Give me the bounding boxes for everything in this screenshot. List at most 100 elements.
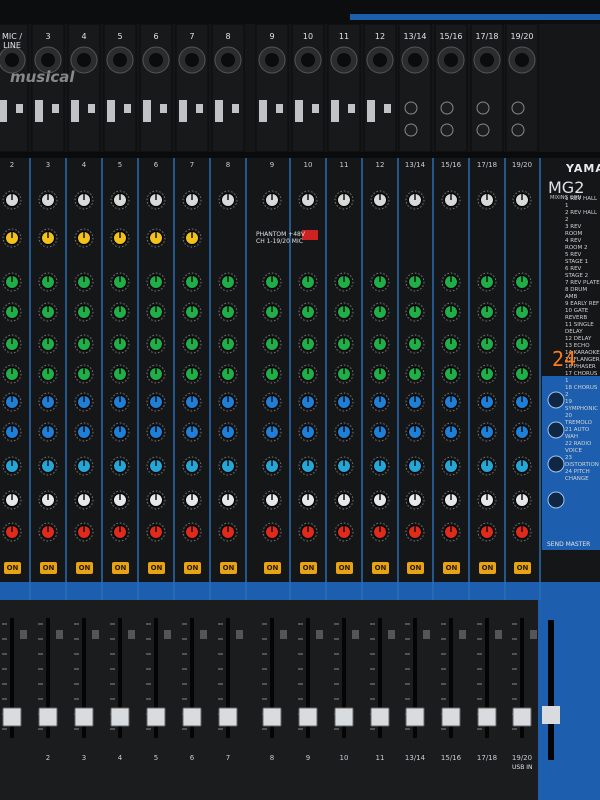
channel-number-12: 13/14 bbox=[404, 161, 426, 169]
channel-input-panel bbox=[211, 23, 245, 153]
input-jacks bbox=[0, 23, 539, 153]
fader-number-8: 9 bbox=[305, 754, 311, 762]
on-button-11[interactable]: ON bbox=[372, 562, 389, 574]
on-button-6[interactable]: ON bbox=[184, 562, 201, 574]
fader-cap-icon bbox=[262, 707, 282, 727]
fader-number-3: 4 bbox=[117, 754, 123, 762]
input-label-7: 8 bbox=[225, 32, 231, 41]
send-master-label: SEND MASTER bbox=[547, 541, 591, 548]
on-button-4[interactable]: ON bbox=[112, 562, 129, 574]
on-button-12[interactable]: ON bbox=[407, 562, 424, 574]
channel-number-11: 12 bbox=[375, 161, 385, 169]
hpf-switch-icon bbox=[232, 104, 239, 113]
on-button-8[interactable]: ON bbox=[264, 562, 281, 574]
fader-cap-icon bbox=[512, 707, 532, 727]
fader-cap-icon bbox=[146, 707, 166, 727]
fx-program-display: 24 bbox=[552, 347, 577, 371]
input-label-14: 17/18 bbox=[475, 32, 499, 41]
pad-switch-icon bbox=[143, 100, 151, 122]
on-button-5[interactable]: ON bbox=[148, 562, 165, 574]
hpf-switch-icon bbox=[124, 104, 131, 113]
on-button-9[interactable]: ON bbox=[300, 562, 317, 574]
fx-program-item: 9 EARLY REF bbox=[565, 301, 600, 307]
pad-switch-icon bbox=[295, 100, 303, 122]
fx-program-item: 12 DELAY bbox=[565, 336, 592, 342]
pad-switch-icon bbox=[215, 100, 223, 122]
fader-cap-icon bbox=[334, 707, 354, 727]
master-knob-icon bbox=[547, 421, 565, 439]
peak-led-icon bbox=[236, 630, 243, 639]
master-knob-icon bbox=[547, 391, 565, 409]
fader-number-1: 2 bbox=[45, 754, 51, 762]
on-button-3[interactable]: ON bbox=[76, 562, 93, 574]
input-label-12: 13/14 bbox=[403, 32, 427, 41]
hpf-switch-icon bbox=[52, 104, 59, 113]
pad-switch-icon bbox=[107, 100, 115, 122]
on-button-14[interactable]: ON bbox=[479, 562, 496, 574]
fx-program-item: 3 REV ROOM bbox=[565, 224, 583, 237]
hpf-switch-icon bbox=[312, 104, 319, 113]
fader-number-7: 8 bbox=[269, 754, 275, 762]
fx-program-item: 19 SYMPHONIC bbox=[565, 399, 598, 412]
fx-program-list: 1 REV HALL 12 REV HALL 23 REV ROOM 4 REV … bbox=[565, 196, 600, 483]
fx-program-item: 4 REV ROOM 2 bbox=[565, 238, 588, 251]
fader-number-11: 13/14 bbox=[404, 754, 426, 762]
fader-cap-icon bbox=[110, 707, 130, 727]
line-jack-icon bbox=[476, 123, 490, 137]
on-button-13[interactable]: ON bbox=[443, 562, 460, 574]
fx-program-item: 1 REV HALL 1 bbox=[565, 196, 598, 209]
peak-led-icon bbox=[280, 630, 287, 639]
fx-program-item: 20 TREMOLO bbox=[565, 413, 592, 426]
on-button-7[interactable]: ON bbox=[220, 562, 237, 574]
fader-number-10: 11 bbox=[375, 754, 385, 762]
fx-program-item: 21 AUTO WAH bbox=[565, 427, 590, 440]
peak-led-icon bbox=[352, 630, 359, 639]
fader-cap-icon bbox=[182, 707, 202, 727]
channel-input-panel bbox=[67, 23, 101, 153]
hpf-switch-icon bbox=[160, 104, 167, 113]
peak-led-icon bbox=[128, 630, 135, 639]
hpf-switch-icon bbox=[348, 104, 355, 113]
pad-switch-icon bbox=[71, 100, 79, 122]
on-button-1[interactable]: ON bbox=[4, 562, 21, 574]
fader-number-4: 5 bbox=[153, 754, 159, 762]
input-label-11: 12 bbox=[374, 32, 386, 41]
channel-input-panel bbox=[327, 23, 361, 153]
line-jack-icon bbox=[511, 101, 525, 115]
peak-led-icon bbox=[164, 630, 171, 639]
fader-cap-icon bbox=[477, 707, 497, 727]
on-button-2[interactable]: ON bbox=[40, 562, 57, 574]
channel-input-panel bbox=[255, 23, 289, 153]
input-label-10: 11 bbox=[338, 32, 350, 41]
pad-switch-icon bbox=[331, 100, 339, 122]
fx-program-item: 10 GATE REVERB bbox=[565, 308, 589, 321]
on-button-10[interactable]: ON bbox=[336, 562, 353, 574]
channel-input-panel bbox=[291, 23, 325, 153]
channel-number-1: 2 bbox=[9, 161, 15, 169]
fader-cap-icon bbox=[441, 707, 461, 727]
usb-in-label: USB IN bbox=[512, 764, 533, 771]
peak-led-icon bbox=[316, 630, 323, 639]
pad-switch-icon bbox=[179, 100, 187, 122]
fx-program-item: 2 REV HALL 2 bbox=[565, 210, 598, 223]
fader-section-border bbox=[0, 582, 600, 600]
input-label-6: 7 bbox=[189, 32, 195, 41]
peak-led-icon bbox=[92, 630, 99, 639]
top-blue-trim bbox=[350, 14, 600, 20]
channel-number-10: 11 bbox=[339, 161, 349, 169]
on-button-15[interactable]: ON bbox=[514, 562, 531, 574]
fx-program-item: 5 REV STAGE 1 bbox=[565, 252, 589, 265]
channel-number-9: 10 bbox=[303, 161, 313, 169]
line-jack-icon bbox=[404, 123, 418, 137]
pad-switch-icon bbox=[259, 100, 267, 122]
fader-cap-icon bbox=[405, 707, 425, 727]
input-label-13: 15/16 bbox=[439, 32, 463, 41]
peak-led-icon bbox=[388, 630, 395, 639]
mixer-panel: YAMAHA MG2 MIXING CON musical 1 REV HALL… bbox=[0, 0, 600, 800]
channel-number-2: 3 bbox=[45, 161, 51, 169]
input-label-9: 10 bbox=[302, 32, 314, 41]
master-fader-panel bbox=[538, 600, 600, 800]
channel-number-13: 15/16 bbox=[440, 161, 462, 169]
fx-program-item: 17 CHORUS 1 bbox=[565, 371, 598, 384]
channel-number-14: 17/18 bbox=[476, 161, 498, 169]
